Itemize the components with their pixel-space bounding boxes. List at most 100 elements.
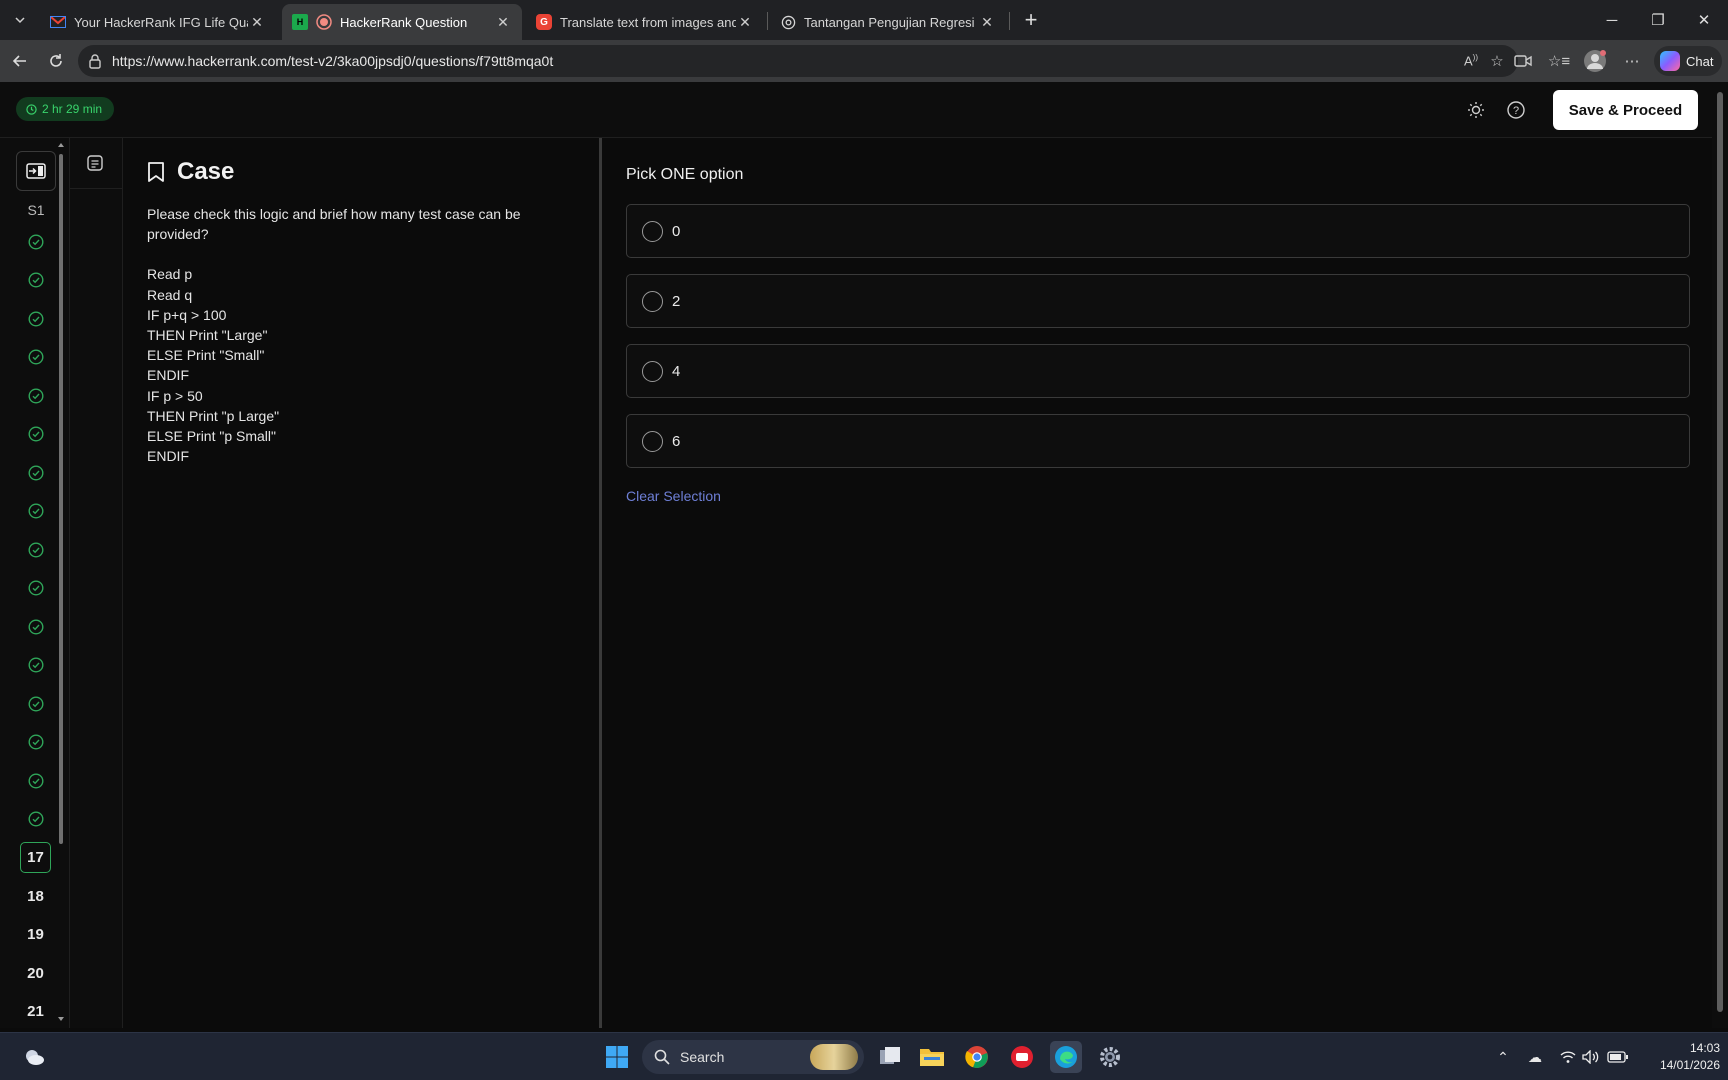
question-item-completed[interactable] — [20, 611, 51, 642]
search-highlight-icon — [810, 1044, 858, 1070]
plus-icon: + — [1024, 7, 1038, 32]
question-item-completed[interactable] — [20, 727, 51, 758]
radio-button[interactable] — [642, 220, 663, 242]
clock-time: 14:03 — [1689, 1041, 1720, 1055]
browser-tab-active[interactable]: H HackerRank Question ✕ — [282, 4, 522, 40]
more-options-button[interactable]: ⋯ — [1620, 49, 1644, 73]
answer-option[interactable]: 2 — [626, 274, 1690, 328]
question-item[interactable]: 18 — [20, 881, 51, 912]
question-item-completed[interactable] — [20, 265, 51, 296]
chatgpt-icon — [780, 14, 796, 30]
question-item[interactable]: 21 — [20, 996, 51, 1027]
question-item-completed[interactable] — [20, 419, 51, 450]
tab-list-button[interactable] — [6, 6, 34, 34]
check-circle-icon — [27, 503, 44, 519]
scrollbar-thumb[interactable] — [59, 154, 63, 844]
save-proceed-button[interactable]: Save & Proceed — [1553, 90, 1698, 130]
wifi-status[interactable] — [1557, 1045, 1579, 1069]
sidebar-scrollbar[interactable] — [58, 142, 64, 1022]
browser-tab[interactable]: Tantangan Pengujian Regresi ✕ — [770, 4, 1006, 40]
address-bar[interactable]: https://www.hackerrank.com/test-v2/3ka00… — [78, 45, 1518, 77]
question-item-completed[interactable] — [20, 496, 51, 527]
close-window-button[interactable]: ✕ — [1684, 8, 1724, 32]
red-app-icon — [1011, 1046, 1033, 1068]
close-icon[interactable]: ✕ — [978, 14, 996, 31]
browser-tab[interactable]: Your HackerRank IFG Life Quality A ✕ — [40, 4, 276, 40]
close-icon[interactable]: ✕ — [494, 14, 512, 31]
onedrive-status[interactable]: ☁ — [1524, 1045, 1546, 1069]
show-hidden-icons-button[interactable]: ⌃ — [1492, 1045, 1514, 1069]
new-tab-button[interactable]: + — [1018, 7, 1044, 33]
question-item-completed[interactable] — [20, 573, 51, 604]
windows-icon — [606, 1046, 628, 1068]
question-item-completed[interactable] — [20, 765, 51, 796]
clear-selection-link[interactable]: Clear Selection — [626, 488, 721, 504]
read-aloud-button[interactable]: A)) — [1459, 49, 1483, 73]
arrow-left-icon — [12, 55, 26, 67]
radio-button[interactable] — [642, 430, 663, 452]
help-button[interactable]: ? — [1504, 98, 1528, 122]
system-clock[interactable]: 14:03 14/01/2026 — [1638, 1040, 1720, 1074]
task-view-button[interactable] — [874, 1041, 906, 1073]
bookmark-icon[interactable] — [147, 161, 165, 183]
settings-button[interactable] — [1094, 1041, 1126, 1073]
close-icon[interactable]: ✕ — [248, 14, 266, 31]
chrome-button[interactable] — [961, 1041, 993, 1073]
question-item-completed[interactable] — [20, 650, 51, 681]
profile-button[interactable] — [1583, 49, 1607, 73]
question-item-completed[interactable] — [20, 804, 51, 835]
question-item[interactable]: 20 — [20, 958, 51, 989]
radio-button[interactable] — [642, 290, 663, 312]
task-view-icon — [880, 1047, 900, 1064]
page-scrollbar[interactable] — [1712, 82, 1728, 1028]
question-item-completed[interactable] — [20, 226, 51, 257]
read-aloud-icon: A)) — [1464, 53, 1478, 69]
start-button[interactable] — [601, 1041, 633, 1073]
favorites-button[interactable]: ☆≡ — [1547, 49, 1571, 73]
question-item-completed[interactable] — [20, 380, 51, 411]
check-circle-icon — [27, 310, 44, 327]
code-line: IF p > 50 — [147, 387, 203, 404]
check-circle-icon — [27, 618, 44, 635]
answer-option[interactable]: 6 — [626, 414, 1690, 468]
reload-button[interactable] — [44, 49, 68, 73]
question-item-current[interactable]: 17 — [20, 842, 51, 873]
taskbar-search[interactable]: Search — [642, 1040, 864, 1074]
question-item-completed[interactable] — [20, 688, 51, 719]
file-explorer-button[interactable] — [916, 1041, 948, 1073]
close-icon[interactable]: ✕ — [736, 14, 754, 31]
radio-button[interactable] — [642, 360, 663, 382]
browser-tab[interactable]: G Translate text from images and ph ✕ — [526, 4, 764, 40]
question-item-completed[interactable] — [20, 534, 51, 565]
scrollbar-thumb[interactable] — [1717, 92, 1723, 1012]
media-button[interactable] — [1511, 49, 1535, 73]
back-button[interactable] — [8, 49, 32, 73]
volume-status[interactable] — [1580, 1045, 1602, 1069]
battery-status[interactable] — [1607, 1045, 1629, 1069]
question-item[interactable]: 19 — [20, 919, 51, 950]
question-item-completed[interactable] — [20, 342, 51, 373]
check-circle-icon — [27, 464, 44, 481]
option-label: 4 — [672, 362, 681, 380]
document-icon — [87, 155, 103, 171]
restore-icon: ❐ — [1651, 12, 1665, 29]
question-item-completed[interactable] — [20, 303, 51, 334]
star-icon: ☆ — [1490, 53, 1504, 70]
notes-button[interactable] — [80, 148, 110, 178]
reload-icon — [50, 54, 62, 67]
edge-button[interactable] — [1050, 1041, 1082, 1073]
timer-text: 2 hr 29 min — [42, 102, 103, 116]
theme-toggle-button[interactable] — [1464, 98, 1488, 122]
answer-option[interactable]: 0 — [626, 204, 1690, 258]
collapse-sidebar-button[interactable] — [16, 151, 56, 191]
favorite-button[interactable]: ☆ — [1485, 49, 1509, 73]
weather-widget[interactable] — [18, 1041, 50, 1073]
answer-option[interactable]: 4 — [626, 344, 1690, 398]
copilot-chat-button[interactable]: Chat — [1654, 46, 1722, 76]
url-text: https://www.hackerrank.com/test-v2/3ka00… — [112, 53, 554, 69]
minimize-button[interactable]: ─ — [1592, 8, 1632, 32]
chrome-icon — [965, 1046, 988, 1068]
restore-button[interactable]: ❐ — [1638, 8, 1678, 32]
app-button[interactable] — [1006, 1041, 1038, 1073]
question-item-completed[interactable] — [20, 457, 51, 488]
